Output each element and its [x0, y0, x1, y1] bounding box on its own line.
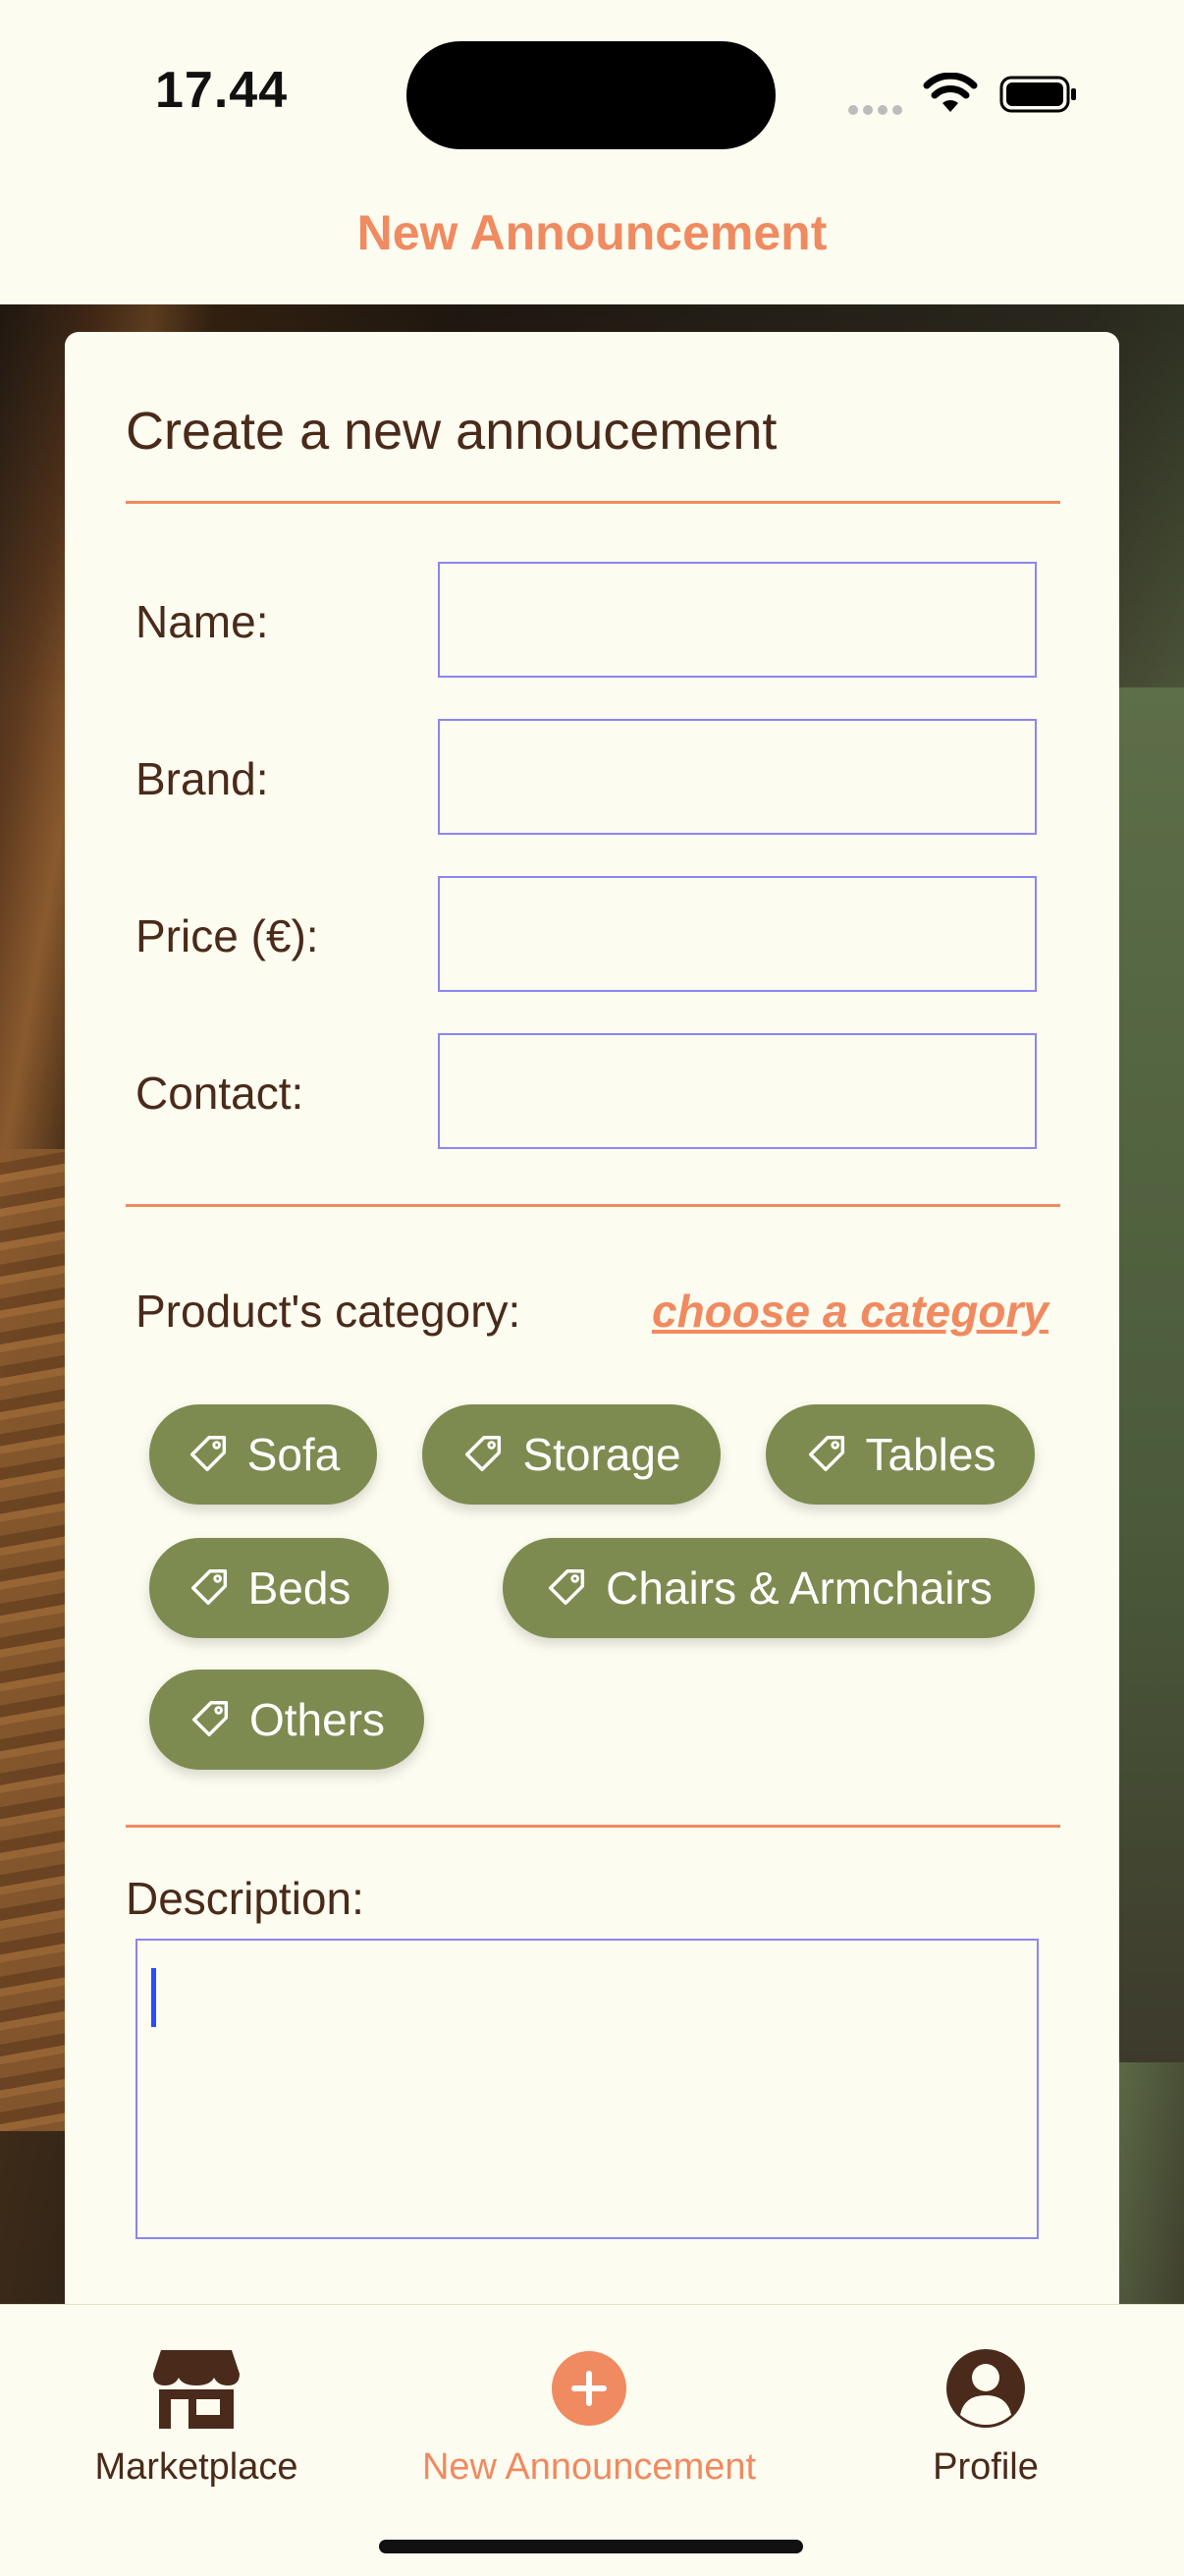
- chip-label: Sofa: [246, 1429, 341, 1480]
- dynamic-island: [406, 41, 776, 149]
- cellular-signal-icon: [848, 102, 907, 120]
- description-textarea[interactable]: [135, 1939, 1039, 2239]
- brand-input[interactable]: [438, 719, 1037, 835]
- chip-label: Chairs & Armchairs: [606, 1562, 993, 1614]
- price-label: Price (€):: [135, 910, 319, 961]
- tag-icon: [189, 1436, 226, 1472]
- category-label: Product's category:: [135, 1286, 521, 1337]
- tab-label: Profile: [933, 2446, 1039, 2488]
- chip-label: Beds: [247, 1562, 351, 1614]
- price-input[interactable]: [438, 876, 1037, 992]
- tag-icon: [465, 1436, 502, 1472]
- announcement-form-card: Create a new annoucement Name: Brand: Pr…: [65, 332, 1119, 2316]
- status-bar: 17.44 New Announcement: [0, 0, 1184, 260]
- chip-label: Others: [248, 1694, 386, 1745]
- chip-label: Tables: [865, 1429, 996, 1480]
- tab-profile[interactable]: Profile: [868, 2344, 1103, 2489]
- category-chip-tables[interactable]: Tables: [766, 1404, 1035, 1505]
- category-chip-others[interactable]: Others: [149, 1670, 424, 1770]
- tag-icon: [549, 1569, 585, 1606]
- choose-category-link[interactable]: choose a category: [652, 1285, 1049, 1338]
- store-icon: [153, 2350, 240, 2429]
- page-title: New Announcement: [356, 205, 828, 260]
- tab-new-announcement[interactable]: New Announcement: [393, 2344, 785, 2489]
- divider: [126, 1825, 1060, 1828]
- tab-label: Marketplace: [94, 2446, 298, 2488]
- tag-icon: [808, 1436, 844, 1472]
- status-time: 17.44: [155, 62, 289, 119]
- category-chip-sofa[interactable]: Sofa: [149, 1404, 377, 1505]
- brand-label: Brand:: [135, 753, 269, 804]
- category-chip-chairs-armchairs[interactable]: Chairs & Armchairs: [503, 1538, 1035, 1638]
- battery-icon: [999, 76, 1076, 113]
- description-label: Description:: [126, 1873, 364, 1924]
- tab-label: New Announcement: [421, 2446, 757, 2488]
- tab-marketplace[interactable]: Marketplace: [79, 2344, 314, 2489]
- contact-input[interactable]: [438, 1033, 1037, 1149]
- category-chip-beds[interactable]: Beds: [149, 1538, 389, 1638]
- tag-icon: [190, 1569, 227, 1606]
- wifi-icon: [923, 73, 978, 112]
- chip-label: Storage: [522, 1429, 681, 1480]
- divider: [126, 1204, 1060, 1207]
- text-caret: [151, 1968, 156, 2027]
- name-label: Name:: [135, 596, 269, 647]
- plus-circle-icon: [552, 2351, 626, 2426]
- tag-icon: [191, 1701, 229, 1737]
- tab-bar: Marketplace New Announcement Profile: [0, 2304, 1184, 2576]
- user-circle-icon: [946, 2349, 1025, 2428]
- home-indicator: [379, 2540, 803, 2553]
- form-title: Create a new annoucement: [126, 402, 778, 461]
- name-input[interactable]: [438, 562, 1037, 678]
- divider: [126, 501, 1060, 504]
- contact-label: Contact:: [135, 1068, 304, 1119]
- category-chip-storage[interactable]: Storage: [422, 1404, 721, 1505]
